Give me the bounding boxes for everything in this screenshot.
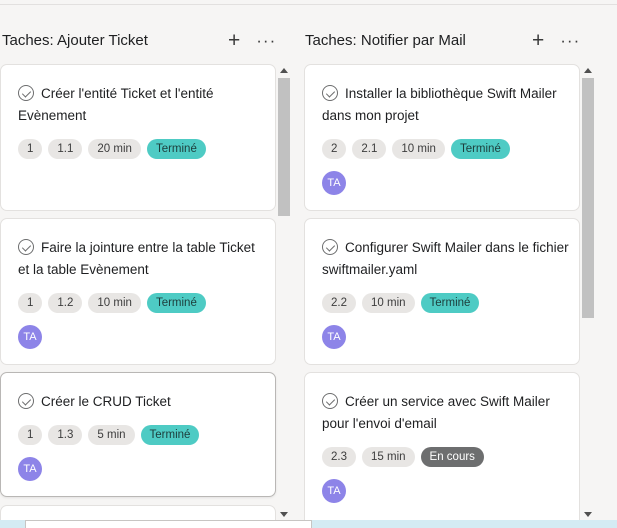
task-title[interactable]: Créer l'entité Ticket et l'entité Evènem…: [18, 83, 265, 127]
tag-duration: 10 min: [88, 293, 141, 313]
assignee-avatar[interactable]: TA: [322, 479, 346, 503]
complete-check-icon[interactable]: [18, 393, 34, 409]
column-actions: + ···: [532, 26, 580, 54]
tag-duration: 15 min: [362, 447, 415, 467]
task-tags: 1 1.2 10 min Terminé: [18, 293, 206, 313]
tag-subnumber: 1.3: [48, 425, 83, 445]
tag-subnumber: 1.1: [48, 139, 83, 159]
tag-duration: 10 min: [392, 139, 445, 159]
top-divider: [0, 4, 617, 5]
column-header: Taches: Notifier par Mail + ···: [304, 26, 617, 54]
card-list: Créer l'entité Ticket et l'entité Evènem…: [0, 64, 292, 520]
status-badge: En cours: [420, 447, 484, 467]
status-badge: Terminé: [140, 425, 200, 445]
card-list: Installer la bibliothèque Swift Mailer d…: [304, 64, 600, 520]
task-tags: 2.2 10 min Terminé: [322, 293, 480, 313]
complete-check-icon[interactable]: [18, 85, 34, 101]
scroll-up-icon[interactable]: [584, 68, 592, 73]
tag-number: 2: [322, 139, 347, 159]
tag-number: 1: [18, 293, 43, 313]
task-tags: 2.3 15 min En cours: [322, 447, 484, 467]
more-options-icon[interactable]: ···: [256, 32, 276, 49]
task-card[interactable]: Configurer Swift Mailer dans le fichier …: [304, 218, 580, 365]
status-badge: Terminé: [146, 139, 206, 159]
complete-check-icon[interactable]: [322, 85, 338, 101]
tag-duration: 10 min: [362, 293, 415, 313]
tag-duration: 20 min: [88, 139, 141, 159]
task-title[interactable]: Faire la jointure entre la table Ticket …: [18, 237, 265, 281]
task-title[interactable]: Configurer Swift Mailer dans le fichier …: [322, 237, 569, 281]
tag-subnumber: 2.1: [352, 139, 387, 159]
add-task-icon[interactable]: +: [228, 30, 240, 51]
task-title[interactable]: Créer un service avec Swift Mailer pour …: [322, 391, 569, 435]
assignee-avatar[interactable]: TA: [18, 457, 42, 481]
tag-subnumber: 2.2: [322, 293, 356, 313]
complete-check-icon[interactable]: [322, 393, 338, 409]
bottom-input-box[interactable]: [25, 520, 312, 528]
status-badge: Terminé: [450, 139, 510, 159]
scroll-up-icon[interactable]: [280, 68, 288, 73]
column-scrollbar[interactable]: [277, 64, 291, 520]
task-card[interactable]: Installer la bibliothèque Swift Mailer d…: [304, 64, 580, 211]
scroll-thumb[interactable]: [582, 78, 594, 318]
task-tags: 1 1.3 5 min Terminé: [18, 425, 200, 445]
task-card[interactable]: Faire la jointure entre la table Ticket …: [0, 218, 276, 365]
task-tags: 2 2.1 10 min Terminé: [322, 139, 510, 159]
column-scrollbar[interactable]: [581, 64, 595, 520]
scroll-thumb[interactable]: [278, 78, 290, 216]
more-options-icon[interactable]: ···: [560, 32, 580, 49]
status-badge: Terminé: [420, 293, 480, 313]
add-task-icon[interactable]: +: [532, 30, 544, 51]
tag-number: 1: [18, 139, 43, 159]
status-badge: Terminé: [146, 293, 206, 313]
column-header: Taches: Ajouter Ticket + ···: [0, 26, 298, 54]
complete-check-icon[interactable]: [18, 239, 34, 255]
task-card[interactable]: Créer l'entité Ticket et l'entité Evènem…: [0, 64, 276, 211]
task-tags: 1 1.1 20 min Terminé: [18, 139, 206, 159]
task-title[interactable]: Installer la bibliothèque Swift Mailer d…: [322, 83, 569, 127]
column-actions: + ···: [228, 26, 276, 54]
tag-number: 1: [18, 425, 43, 445]
task-card[interactable]: [0, 505, 276, 520]
task-card[interactable]: Créer un service avec Swift Mailer pour …: [304, 372, 580, 520]
assignee-avatar[interactable]: TA: [322, 325, 346, 349]
task-card[interactable]: Créer le CRUD Ticket 1 1.3 5 min Terminé…: [0, 372, 276, 497]
tag-duration: 5 min: [88, 425, 135, 445]
task-title[interactable]: Créer le CRUD Ticket: [18, 391, 265, 413]
scroll-down-icon[interactable]: [280, 512, 288, 517]
column-title: Taches: Notifier par Mail: [305, 31, 466, 49]
tag-subnumber: 1.2: [48, 293, 83, 313]
scroll-down-icon[interactable]: [584, 512, 592, 517]
column-title: Taches: Ajouter Ticket: [2, 31, 148, 49]
complete-check-icon[interactable]: [322, 239, 338, 255]
assignee-avatar[interactable]: TA: [18, 325, 42, 349]
assignee-avatar[interactable]: TA: [322, 171, 346, 195]
tag-subnumber: 2.3: [322, 447, 356, 467]
